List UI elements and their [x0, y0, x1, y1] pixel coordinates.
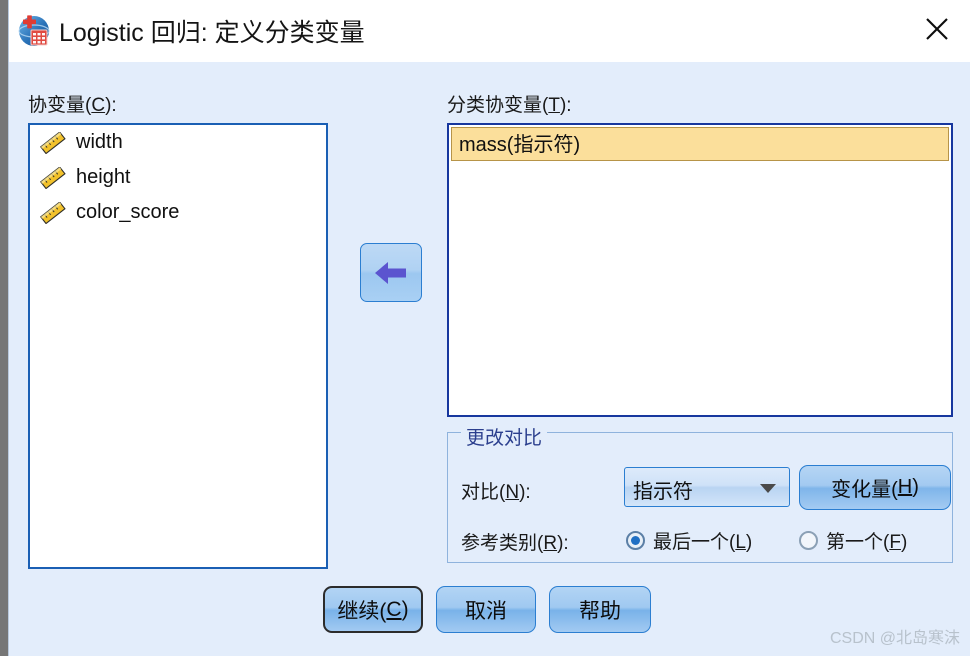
categorical-covariates-label: 分类协变量(T): — [447, 95, 572, 116]
radio-label: 第一个(F) — [826, 532, 908, 553]
list-item[interactable]: color_score — [30, 195, 326, 230]
variable-name: color_score — [76, 201, 180, 223]
radio-indicator — [626, 531, 645, 550]
radio-last-category[interactable]: 最后一个(L) — [626, 527, 752, 554]
contrast-dropdown-value: 指示符 — [633, 481, 693, 503]
variable-name: height — [76, 166, 131, 188]
change-button[interactable]: 变化量(H) — [799, 465, 951, 510]
close-button[interactable] — [909, 0, 965, 58]
cancel-button[interactable]: 取消 — [436, 586, 536, 633]
title-bar: Logistic 回归: 定义分类变量 — [9, 0, 970, 62]
ruler-scale-icon — [40, 166, 66, 189]
radio-first-category[interactable]: 第一个(F) — [799, 527, 907, 554]
list-item[interactable]: width — [30, 125, 326, 160]
contrast-label: 对比(N): — [461, 482, 531, 503]
radio-label: 最后一个(L) — [653, 532, 753, 553]
window-title: Logistic 回归: 定义分类变量 — [59, 19, 365, 47]
chevron-down-icon — [760, 484, 776, 493]
ruler-scale-icon — [40, 201, 66, 224]
contrast-dropdown[interactable]: 指示符 — [624, 467, 790, 507]
variable-name: width — [76, 131, 123, 153]
close-icon — [926, 18, 948, 40]
move-variable-button[interactable] — [360, 243, 422, 302]
covariates-label: 协变量(C): — [28, 95, 117, 116]
reference-category-label: 参考类别(R): — [461, 533, 569, 554]
continue-button[interactable]: 继续(C) — [323, 586, 423, 633]
ruler-scale-icon — [40, 131, 66, 154]
list-item[interactable]: height — [30, 160, 326, 195]
screen: Logistic 回归: 定义分类变量 协变量(C): width height… — [0, 0, 970, 656]
spss-logistic-icon — [17, 14, 51, 48]
help-button[interactable]: 帮助 — [549, 586, 651, 633]
arrow-left-icon — [375, 261, 406, 284]
change-contrast-group-title: 更改对比 — [461, 423, 548, 450]
radio-indicator — [799, 531, 818, 550]
dialog-window: Logistic 回归: 定义分类变量 协变量(C): width height… — [8, 0, 970, 656]
list-item-selected[interactable]: mass(指示符) — [451, 127, 949, 161]
covariates-listbox[interactable]: width height color_score — [28, 123, 328, 569]
categorical-covariates-listbox[interactable]: mass(指示符) — [447, 123, 953, 417]
watermark: CSDN @北岛寒沫 — [829, 630, 960, 647]
